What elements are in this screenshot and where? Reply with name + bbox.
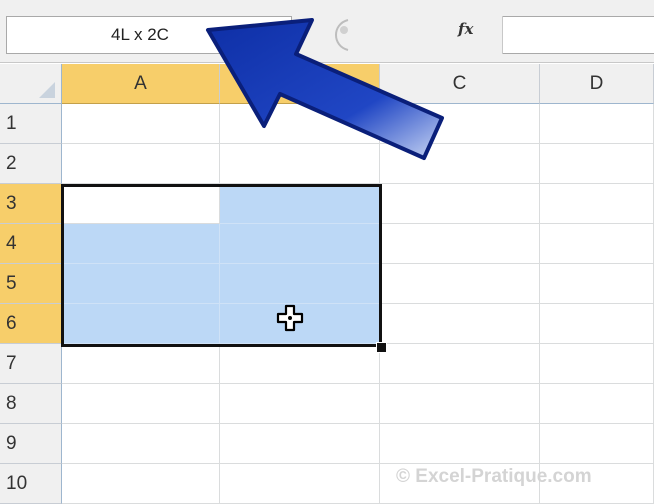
cell-a2[interactable]	[62, 144, 220, 184]
row-header-4[interactable]: 4	[0, 224, 62, 264]
cell-a9[interactable]	[62, 424, 220, 464]
cell-a5[interactable]	[62, 264, 220, 304]
cell-c5[interactable]	[380, 264, 540, 304]
fx-icon[interactable]: fx	[458, 20, 473, 38]
row-header-5[interactable]: 5	[0, 264, 62, 304]
cell-b9[interactable]	[220, 424, 380, 464]
cell-d1[interactable]	[540, 104, 654, 144]
column-header-a[interactable]: A	[62, 64, 220, 104]
cell-d4[interactable]	[540, 224, 654, 264]
copyright-icon: ©	[396, 466, 410, 487]
cell-c6[interactable]	[380, 304, 540, 344]
cell-c4[interactable]	[380, 224, 540, 264]
blue-arrow-icon	[206, 18, 444, 160]
row-header-6[interactable]: 6	[0, 304, 62, 344]
formula-input[interactable]	[503, 16, 654, 54]
cell-a4[interactable]	[62, 224, 220, 264]
select-all-corner[interactable]	[0, 64, 62, 104]
cell-c9[interactable]	[380, 424, 540, 464]
cell-a3-active[interactable]	[62, 184, 220, 224]
row-header-1[interactable]: 1	[0, 104, 62, 144]
cell-b4[interactable]	[220, 224, 380, 264]
row-header-9[interactable]: 9	[0, 424, 62, 464]
name-box-value: 4L x 2C	[111, 25, 169, 44]
cell-a10[interactable]	[62, 464, 220, 504]
cell-d9[interactable]	[540, 424, 654, 464]
cell-b3[interactable]	[220, 184, 380, 224]
row-header-8[interactable]: 8	[0, 384, 62, 424]
cell-d6[interactable]	[540, 304, 654, 344]
row-header-2[interactable]: 2	[0, 144, 62, 184]
row-header-7[interactable]: 7	[0, 344, 62, 384]
cell-b7[interactable]	[220, 344, 380, 384]
cell-b8[interactable]	[220, 384, 380, 424]
cell-a1[interactable]	[62, 104, 220, 144]
cell-b5[interactable]	[220, 264, 380, 304]
row-header-10[interactable]: 10	[0, 464, 62, 504]
row-header-3[interactable]: 3	[0, 184, 62, 224]
cell-c8[interactable]	[380, 384, 540, 424]
watermark: © Excel-Pratique.com	[396, 466, 592, 488]
cell-a6[interactable]	[62, 304, 220, 344]
column-header-d[interactable]: D	[540, 64, 654, 104]
cell-a7[interactable]	[62, 344, 220, 384]
watermark-text: Excel-Pratique.com	[415, 466, 592, 487]
cell-d5[interactable]	[540, 264, 654, 304]
cell-a8[interactable]	[62, 384, 220, 424]
cell-d7[interactable]	[540, 344, 654, 384]
cell-select-cross-cursor-icon	[276, 304, 304, 332]
cell-c7[interactable]	[380, 344, 540, 384]
fill-handle[interactable]	[376, 342, 387, 353]
cell-d3[interactable]	[540, 184, 654, 224]
cell-b10[interactable]	[220, 464, 380, 504]
cell-c3[interactable]	[380, 184, 540, 224]
cell-d2[interactable]	[540, 144, 654, 184]
cell-d8[interactable]	[540, 384, 654, 424]
